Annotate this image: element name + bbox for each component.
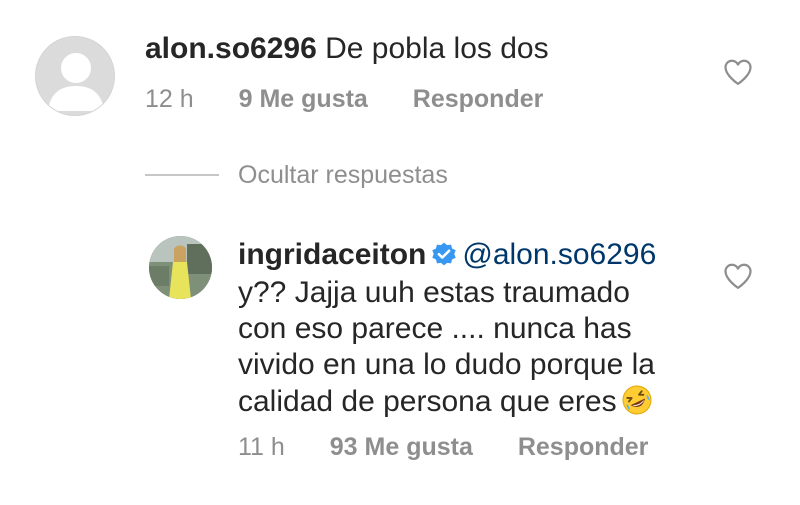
replies-divider (145, 174, 219, 176)
reply-header: ingridaceiton @alon.so6296 (238, 238, 656, 272)
comment-username[interactable]: alon.so6296 (145, 32, 317, 65)
reply-text-line: calidad de persona que eres (238, 385, 617, 418)
heart-outline-icon[interactable] (723, 58, 753, 86)
reply-time: 11 h (238, 433, 285, 461)
reply-likes[interactable]: 93 Me gusta (330, 433, 473, 461)
reply-mention[interactable]: @alon.so6296 (462, 238, 656, 271)
avatar[interactable] (35, 36, 115, 116)
default-avatar-icon (36, 37, 114, 115)
comment-likes[interactable]: 9 Me gusta (239, 85, 368, 113)
comment-meta: 12 h 9 Me gusta Responder (145, 84, 543, 114)
hide-replies-button[interactable]: Ocultar respuestas (238, 160, 448, 190)
rolling-on-floor-laughing-emoji (622, 385, 652, 415)
reply-text-line: y?? Jajja uuh estas traumado (238, 276, 630, 309)
verified-badge-icon (432, 242, 457, 266)
comment-body: alon.so6296 De pobla los dos (145, 32, 549, 66)
profile-photo (149, 236, 212, 299)
heart-outline-icon[interactable] (723, 262, 753, 290)
comment-reply-button[interactable]: Responder (413, 85, 544, 113)
reply-username[interactable]: ingridaceiton (238, 238, 426, 271)
reply-text-line: vivido en una lo dudo porque la (238, 348, 655, 381)
reply-reply-button[interactable]: Responder (518, 433, 649, 461)
comment-time: 12 h (145, 85, 194, 113)
reply-text-last-line: calidad de persona que eres (238, 384, 653, 419)
reply-text-line: con eso parece .... nunca has (238, 312, 632, 345)
comment-text: De pobla los dos (325, 32, 549, 65)
reply-meta: 11 h 93 Me gusta Responder (238, 432, 648, 462)
avatar[interactable] (149, 236, 212, 299)
